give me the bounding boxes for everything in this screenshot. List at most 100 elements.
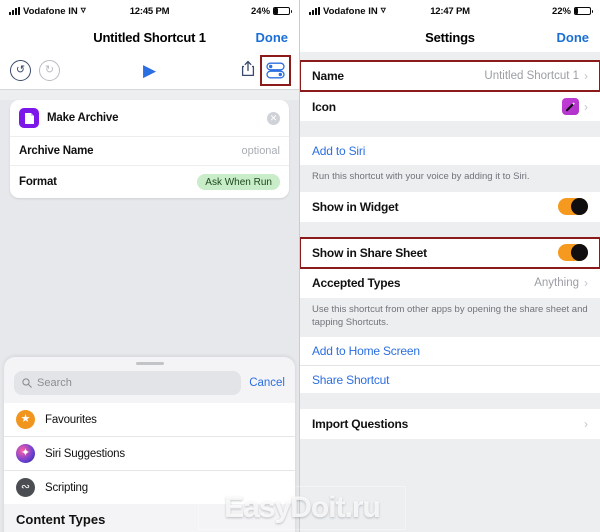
footnote-share-sheet: Use this shortcut from other apps by ope… (300, 297, 600, 338)
search-row: Search Cancel (4, 368, 295, 403)
search-placeholder: Search (37, 377, 72, 389)
action-card-header: Make Archive ✕ (10, 100, 289, 137)
group-import: Import Questions › (300, 409, 600, 440)
group-name-icon: Name Untitled Shortcut 1 › Icon › (300, 60, 600, 121)
row-label: Format (19, 176, 57, 188)
toggle-show-in-widget[interactable] (558, 198, 588, 216)
action-picker-sheet: Search Cancel ★ Favourites ✦ Siri Sugges… (4, 357, 295, 532)
right-phone-panel: Vodafone IN ▿ 12:47 PM 22% Settings Done… (300, 0, 600, 532)
carrier-label: Vodafone IN (23, 5, 78, 17)
row-value: Untitled Shortcut 1 (484, 70, 579, 82)
signal-bars-icon (9, 7, 20, 15)
left-phone-panel: Vodafone IN ▿ 12:45 PM 24% Untitled Shor… (0, 0, 300, 532)
list-item-siri-suggestions[interactable]: ✦ Siri Suggestions (4, 436, 295, 470)
settings-toggles-icon (266, 62, 285, 79)
list-item-favourites[interactable]: ★ Favourites (4, 403, 295, 436)
row-label: Icon (312, 99, 336, 114)
list-spacer (300, 121, 600, 137)
play-icon[interactable]: ▶ (143, 62, 156, 79)
action-card-make-archive[interactable]: Make Archive ✕ Archive Name optional For… (10, 100, 289, 198)
chevron-right-icon: › (584, 99, 588, 114)
action-row-format[interactable]: Format Ask When Run (10, 165, 289, 198)
clock-label: 12:47 PM (430, 5, 470, 17)
group-siri: Add to Siri (300, 137, 600, 165)
right-nav-bar: Settings Done (300, 22, 600, 52)
battery-icon (273, 7, 293, 15)
scripting-icon: ∾ (16, 478, 35, 497)
settings-list: Name Untitled Shortcut 1 › Icon › Add to… (300, 52, 600, 532)
settings-row-name[interactable]: Name Untitled Shortcut 1 › (300, 60, 600, 92)
page-title: Untitled Shortcut 1 (93, 29, 206, 45)
settings-row-share-shortcut[interactable]: Share Shortcut (300, 365, 600, 394)
row-label: Show in Share Sheet (312, 245, 427, 260)
row-value: Anything (534, 277, 579, 290)
left-nav-bar: Untitled Shortcut 1 Done (0, 22, 299, 52)
section-header-content-types: Content Types (4, 504, 295, 531)
left-status-bar: Vodafone IN ▿ 12:45 PM 24% (0, 0, 299, 22)
list-item-scripting[interactable]: ∾ Scripting (4, 470, 295, 504)
done-button[interactable]: Done (256, 30, 289, 45)
magic-wand-icon (562, 98, 579, 115)
list-item-label: Siri Suggestions (45, 447, 125, 460)
share-icon[interactable] (241, 60, 255, 82)
list-spacer (300, 52, 600, 61)
row-label: Show in Widget (312, 199, 399, 214)
battery-percent-label: 24% (251, 5, 271, 17)
search-input[interactable]: Search (14, 371, 242, 395)
editor-toolbar: ↺ ↻ ▶ (0, 52, 299, 90)
link-label: Add to Home Screen (312, 344, 420, 359)
dual-phone-screenshot: Vodafone IN ▿ 12:45 PM 24% Untitled Shor… (0, 0, 600, 532)
group-actions: Add to Home Screen Share Shortcut (300, 337, 600, 394)
action-row-archive-name[interactable]: Archive Name optional (10, 137, 289, 165)
chevron-right-icon: › (584, 69, 588, 83)
siri-orb-icon: ✦ (16, 444, 35, 463)
chevron-right-icon: › (584, 276, 588, 291)
action-title: Make Archive (47, 112, 119, 124)
row-value: optional (241, 145, 280, 157)
sheet-grabber[interactable] (135, 362, 164, 365)
row-label: Name (312, 69, 344, 83)
settings-row-icon[interactable]: Icon › (300, 91, 600, 121)
list-item-label: Scripting (45, 481, 88, 494)
group-widget: Show in Widget (300, 191, 600, 222)
clock-label: 12:45 PM (129, 5, 170, 17)
right-status-bar: Vodafone IN ▿ 12:47 PM 22% (300, 0, 600, 22)
list-item-label: Favourites (45, 413, 97, 426)
toggle-knob (571, 244, 588, 262)
wifi-icon: ▿ (380, 5, 386, 16)
shortcut-editor-canvas: Make Archive ✕ Archive Name optional For… (0, 100, 299, 532)
wifi-icon: ▿ (80, 5, 86, 16)
toggle-knob (571, 198, 588, 216)
settings-row-add-to-siri[interactable]: Add to Siri (300, 137, 600, 165)
toggle-show-in-share-sheet[interactable] (558, 244, 588, 262)
settings-row-accepted-types[interactable]: Accepted Types Anything › (300, 267, 600, 298)
star-icon: ★ (16, 410, 35, 429)
redo-icon: ↻ (39, 60, 60, 81)
chevron-right-icon: › (584, 417, 588, 432)
row-label: Archive Name (19, 145, 94, 157)
document-icon (19, 108, 39, 128)
shortcut-settings-button[interactable] (260, 55, 291, 86)
group-share-sheet: Show in Share Sheet Accepted Types Anyth… (300, 236, 600, 298)
carrier-label: Vodafone IN (323, 5, 378, 17)
search-icon (22, 378, 32, 388)
done-button[interactable]: Done (557, 30, 590, 45)
format-pill[interactable]: Ask When Run (197, 174, 280, 190)
settings-row-show-in-share-sheet[interactable]: Show in Share Sheet (300, 236, 600, 269)
settings-row-import-questions[interactable]: Import Questions › (300, 409, 600, 440)
category-list: ★ Favourites ✦ Siri Suggestions ∾ Script… (4, 403, 295, 504)
cancel-button[interactable]: Cancel (249, 377, 285, 389)
row-label: Import Questions (312, 417, 409, 432)
settings-row-show-in-widget[interactable]: Show in Widget (300, 191, 600, 222)
settings-row-add-to-home-screen[interactable]: Add to Home Screen (300, 337, 600, 366)
link-label: Add to Siri (312, 144, 366, 158)
row-label: Accepted Types (312, 276, 401, 291)
signal-bars-icon (309, 7, 320, 15)
battery-icon (574, 7, 593, 15)
link-label: Share Shortcut (312, 372, 390, 387)
close-icon[interactable]: ✕ (267, 111, 280, 125)
list-spacer (300, 221, 600, 238)
list-spacer (300, 393, 600, 410)
undo-icon[interactable]: ↺ (10, 60, 31, 81)
footnote-siri: Run this shortcut with your voice by add… (300, 165, 600, 192)
